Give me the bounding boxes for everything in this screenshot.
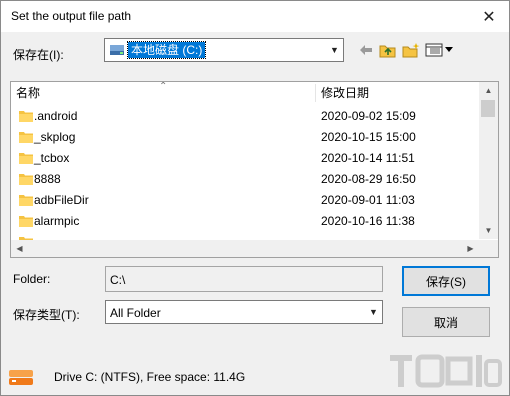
file-date: 2020-10-16 11:38 <box>321 214 415 228</box>
title-bar: Set the output file path ✕ <box>1 1 509 32</box>
folder-icon <box>19 111 33 122</box>
lookin-combo[interactable]: 本地磁盘 (C:) ▼ <box>104 38 344 62</box>
file-name: _tcbox <box>34 151 70 165</box>
scroll-left-icon[interactable]: ◀ <box>11 240 28 257</box>
scroll-thumb[interactable] <box>481 100 495 117</box>
file-date: 2020-09-01 11:03 <box>321 193 415 207</box>
folder-icon <box>19 132 33 143</box>
cancel-button[interactable]: 取消 <box>402 307 490 337</box>
list-item[interactable]: .android 2020-09-02 15:09 <box>11 106 479 127</box>
file-name: alarmpic <box>34 214 80 228</box>
status-text: Drive C: (NTFS), Free space: 11.4G <box>54 370 246 384</box>
file-list[interactable]: 名称 ⌃ 修改日期 .android 2020-09-02 15:09 _skp… <box>10 81 499 258</box>
list-item[interactable]: 8888 2020-08-29 16:50 <box>11 169 479 190</box>
folder-icon <box>19 216 33 227</box>
file-date: 2020-08-29 16:50 <box>321 172 416 186</box>
horizontal-scrollbar[interactable]: ◀ ▶ <box>11 240 479 257</box>
scroll-right-icon[interactable]: ▶ <box>462 240 479 257</box>
folder-icon <box>19 195 33 206</box>
back-arrow-icon[interactable] <box>358 41 374 59</box>
file-name: adbFileDir <box>34 193 89 207</box>
list-item[interactable]: adbFileDir 2020-09-01 11:03 <box>11 190 479 211</box>
column-header-date[interactable]: 修改日期 <box>321 82 369 104</box>
folder-label: Folder: <box>13 272 51 286</box>
lookin-value: 本地磁盘 (C:) <box>126 41 207 59</box>
drive-status-icon <box>9 370 33 385</box>
sort-caret-icon: ⌃ <box>159 81 168 92</box>
up-folder-icon[interactable] <box>379 41 397 59</box>
filetype-combo[interactable]: All Folder ▼ <box>105 300 383 324</box>
file-name: .android <box>34 109 78 123</box>
file-date: 2020-10-15 15:00 <box>321 130 416 144</box>
view-menu-icon[interactable] <box>425 41 455 59</box>
vertical-scrollbar[interactable]: ▲ ▼ <box>479 82 498 239</box>
watermark-logo <box>390 354 502 388</box>
file-name: _skplog <box>34 130 76 144</box>
folder-value: C:\ <box>110 273 126 287</box>
folder-field[interactable]: C:\ <box>105 266 383 292</box>
scroll-up-icon[interactable]: ▲ <box>479 82 498 99</box>
window-title: Set the output file path <box>11 9 132 23</box>
chevron-down-icon[interactable]: ▼ <box>326 39 343 61</box>
folder-icon <box>19 174 33 185</box>
close-icon[interactable]: ✕ <box>469 1 509 32</box>
file-rows: .android 2020-09-02 15:09 _skplog 2020-1… <box>11 106 479 242</box>
scrollbar-corner <box>479 240 498 257</box>
save-button[interactable]: 保存(S) <box>402 266 490 296</box>
folder-icon <box>19 153 33 164</box>
column-header-name[interactable]: 名称 <box>16 82 40 104</box>
chevron-down-icon[interactable]: ▼ <box>365 301 382 323</box>
file-date: 2020-09-02 15:09 <box>321 109 416 123</box>
new-folder-icon[interactable] <box>402 41 420 59</box>
file-name: 8888 <box>34 172 61 186</box>
filetype-label: 保存类型(T): <box>13 308 80 322</box>
drive-icon <box>110 45 124 55</box>
scroll-down-icon[interactable]: ▼ <box>479 222 498 239</box>
list-item[interactable]: alarmpic 2020-10-16 11:38 <box>11 211 479 232</box>
column-separator[interactable] <box>315 84 316 102</box>
lookin-label: 保存在(I): <box>13 48 64 62</box>
list-item[interactable]: _tcbox 2020-10-14 11:51 <box>11 148 479 169</box>
list-item[interactable]: _skplog 2020-10-15 15:00 <box>11 127 479 148</box>
filetype-value: All Folder <box>110 306 161 320</box>
file-date: 2020-10-14 11:51 <box>321 151 415 165</box>
save-dialog: Set the output file path ✕ 保存在(I): 本地磁盘 … <box>0 0 510 396</box>
